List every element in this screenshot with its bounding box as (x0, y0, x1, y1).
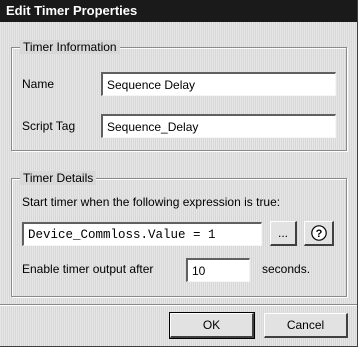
browse-button[interactable]: ... (270, 221, 297, 246)
help-icon: ? (310, 225, 327, 241)
button-separator (0, 304, 357, 306)
expression-help-button[interactable]: ? (304, 221, 334, 246)
dialog-title[interactable]: Edit Timer Properties (0, 0, 357, 22)
expression-field[interactable]: Device_Commloss.Value = 1 (22, 222, 262, 246)
ok-button[interactable]: OK (169, 312, 255, 339)
enable-timer-label: Enable timer output after (22, 262, 154, 276)
edit-timer-dialog: Edit Timer Properties Timer Information … (0, 0, 358, 347)
ok-label: OK (202, 318, 221, 332)
name-label: Name (22, 77, 55, 91)
delay-seconds-field[interactable]: 10 (186, 258, 250, 282)
script-tag-field[interactable]: Sequence_Delay (101, 114, 336, 138)
timer-information-legend: Timer Information (20, 40, 120, 54)
browse-label: ... (277, 226, 288, 240)
svg-text:?: ? (315, 228, 322, 240)
timer-details-legend: Timer Details (20, 171, 97, 185)
cancel-button[interactable]: Cancel (264, 313, 348, 338)
script-tag-label: Script Tag (22, 119, 76, 133)
seconds-label: seconds. (262, 262, 311, 276)
cancel-label: Cancel (286, 318, 325, 332)
name-field[interactable]: Sequence Delay (101, 72, 336, 96)
expression-instruction: Start timer when the following expressio… (22, 195, 281, 209)
